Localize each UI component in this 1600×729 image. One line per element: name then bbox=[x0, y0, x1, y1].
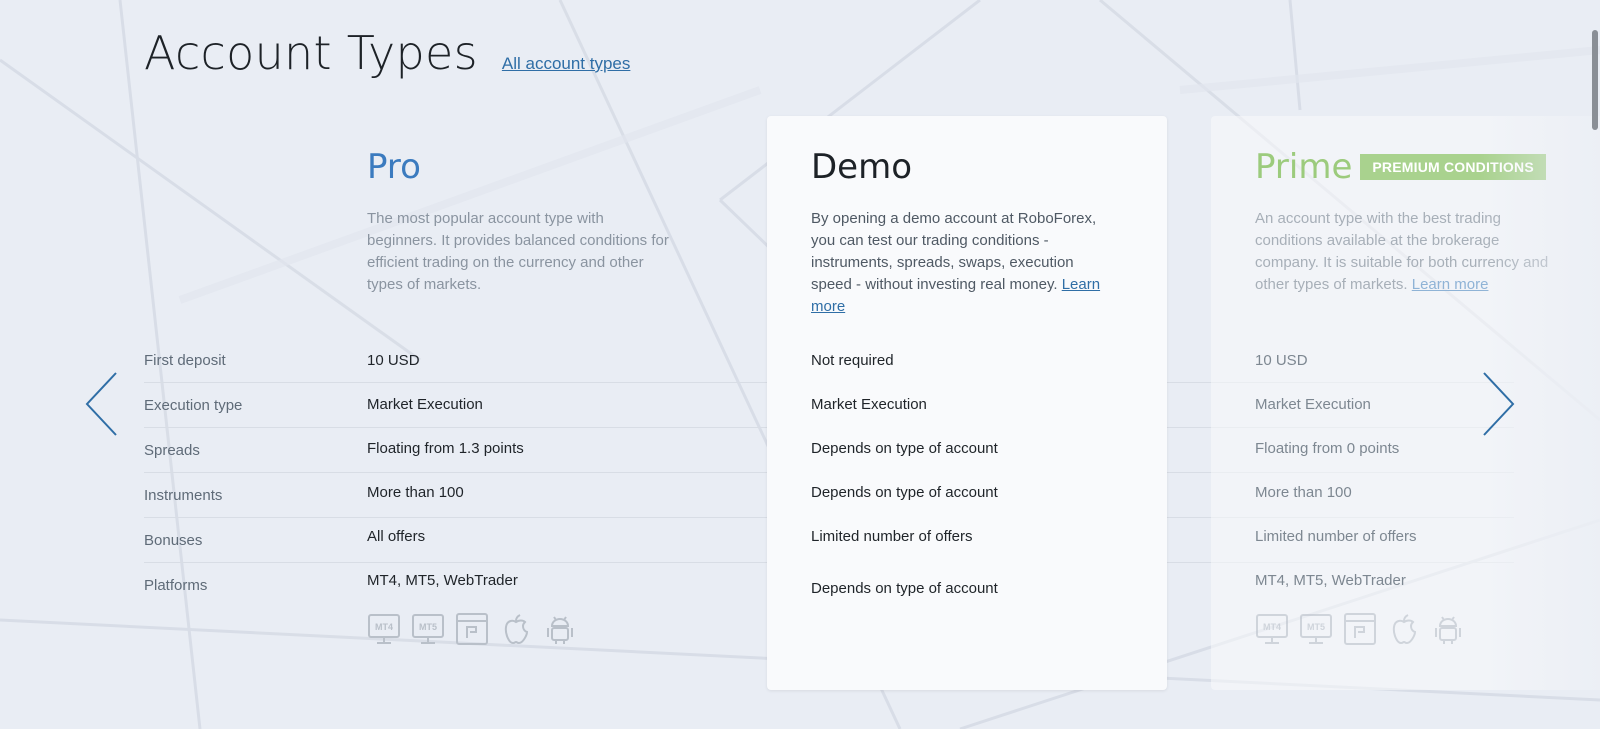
mt4-icon-label: MT4 bbox=[375, 622, 393, 632]
webtrader-icon[interactable] bbox=[455, 612, 489, 646]
account-card-prime[interactable]: Prime PREMIUM CONDITIONS An account type … bbox=[1211, 116, 1600, 690]
card-title: Pro bbox=[367, 147, 421, 187]
carousel-prev-arrow[interactable] bbox=[84, 371, 120, 442]
mt4-icon[interactable]: MT4 bbox=[1255, 612, 1289, 646]
apple-icon[interactable] bbox=[1387, 612, 1421, 646]
mt5-icon[interactable]: MT5 bbox=[1299, 612, 1333, 646]
value-platforms: MT4, MT5, WebTrader bbox=[367, 571, 518, 589]
webtrader-icon[interactable] bbox=[1343, 612, 1377, 646]
row-label: Instruments bbox=[144, 486, 223, 504]
mt4-icon[interactable]: MT4 bbox=[367, 612, 401, 646]
value-instruments: More than 100 bbox=[367, 483, 464, 501]
section-heading: Account Types All account types bbox=[144, 26, 630, 80]
learn-more-link[interactable]: Learn more bbox=[1412, 276, 1489, 293]
mt4-icon-label: MT4 bbox=[1263, 622, 1281, 632]
scrollbar-thumb[interactable] bbox=[1592, 30, 1598, 130]
value-execution-type: Market Execution bbox=[367, 395, 483, 413]
value-platforms: Depends on type of account bbox=[811, 579, 998, 597]
value-instruments: Depends on type of account bbox=[811, 483, 998, 501]
row-label: Spreads bbox=[144, 441, 200, 459]
mt5-icon[interactable]: MT5 bbox=[411, 612, 445, 646]
value-platforms: MT4, MT5, WebTrader bbox=[1255, 571, 1406, 589]
value-bonuses: All offers bbox=[367, 527, 426, 545]
row-label: Execution type bbox=[144, 396, 243, 414]
card-values: 10 USD Market Execution Floating from 1.… bbox=[367, 338, 717, 646]
card-description: An account type with the best trading co… bbox=[1255, 208, 1565, 296]
card-description: By opening a demo account at RoboForex, … bbox=[811, 208, 1116, 318]
value-spreads: Depends on type of account bbox=[811, 439, 998, 457]
scrollbar[interactable] bbox=[1588, 0, 1600, 729]
value-execution-type: Market Execution bbox=[811, 395, 927, 413]
android-icon[interactable] bbox=[543, 612, 577, 646]
card-description: The most popular account type with begin… bbox=[367, 210, 669, 293]
all-account-types-link[interactable]: All account types bbox=[502, 54, 631, 74]
card-title: Prime bbox=[1255, 147, 1353, 187]
row-label: First deposit bbox=[144, 351, 226, 369]
account-card-pro[interactable]: Pro The most popular account type with b… bbox=[367, 116, 717, 690]
value-first-deposit: 10 USD bbox=[367, 351, 420, 369]
account-card-demo[interactable]: Demo By opening a demo account at RoboFo… bbox=[767, 116, 1167, 690]
card-description-text: By opening a demo account at RoboForex, … bbox=[811, 210, 1097, 293]
card-values: Not required Market Execution Depends on… bbox=[811, 338, 1111, 610]
mt5-icon-label: MT5 bbox=[1307, 622, 1325, 632]
value-spreads: Floating from 1.3 points bbox=[367, 439, 524, 457]
carousel-next-arrow[interactable] bbox=[1480, 371, 1516, 442]
value-bonuses: Limited number of offers bbox=[811, 527, 973, 545]
premium-badge: PREMIUM CONDITIONS bbox=[1360, 154, 1546, 180]
platform-icons: MT4 MT5 bbox=[1255, 612, 1555, 646]
card-title-row: Prime PREMIUM CONDITIONS bbox=[1255, 150, 1600, 184]
value-first-deposit: Not required bbox=[811, 351, 894, 369]
card-title: Demo bbox=[811, 147, 913, 187]
mt5-icon-label: MT5 bbox=[419, 622, 437, 632]
card-description-text: An account type with the best trading co… bbox=[1255, 210, 1549, 293]
value-instruments: More than 100 bbox=[1255, 483, 1352, 501]
row-label: Platforms bbox=[144, 576, 208, 594]
apple-icon[interactable] bbox=[499, 612, 533, 646]
android-icon[interactable] bbox=[1431, 612, 1465, 646]
platform-icons: MT4 MT5 bbox=[367, 612, 717, 646]
value-bonuses: Limited number of offers bbox=[1255, 527, 1417, 545]
page-title: Account Types bbox=[144, 26, 478, 80]
row-label: Bonuses bbox=[144, 531, 203, 549]
